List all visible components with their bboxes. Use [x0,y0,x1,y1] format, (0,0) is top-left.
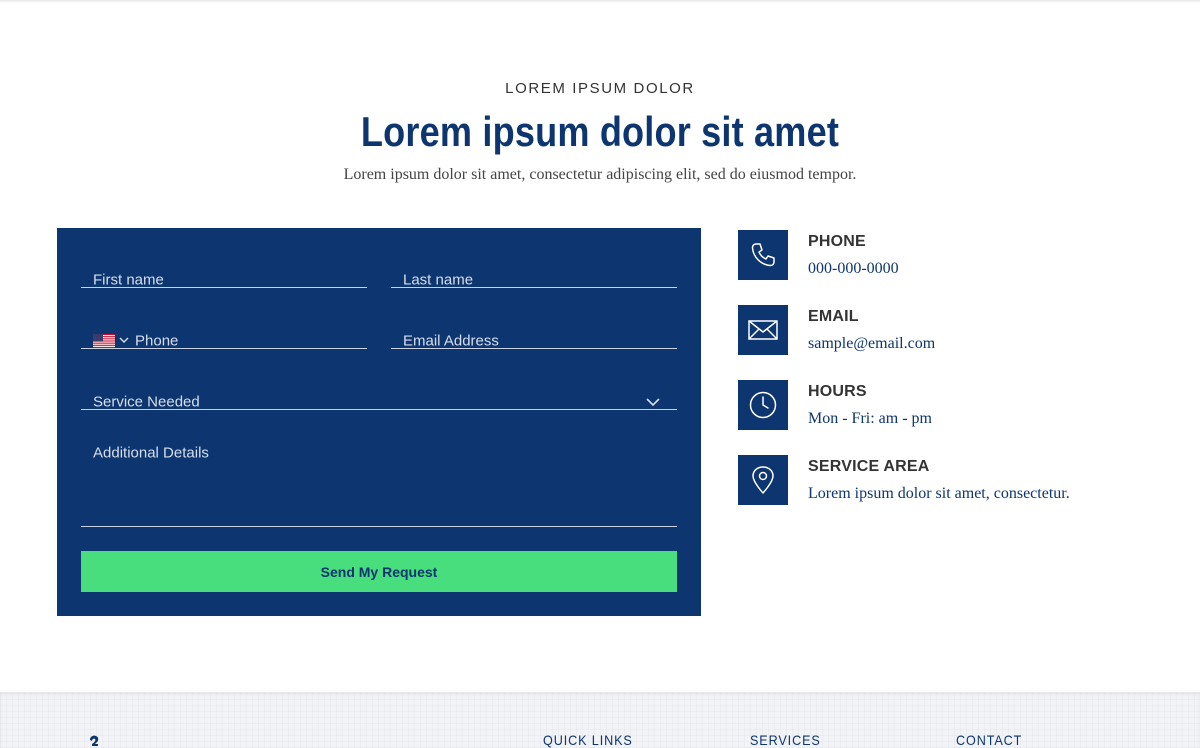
hours-value: Mon - Fri: am - pm [808,410,932,427]
site-footer: QUICK LINKS SERVICES CONTACT [0,692,1200,748]
email-label: EMAIL [808,308,859,325]
section-subtitle: Lorem ipsum dolor sit amet, consectetur … [343,166,857,183]
service-placeholder: Service Needed [93,393,200,411]
contact-hours: HOURS Mon - Fri: am - pm [738,380,1158,430]
contact-service-area: SERVICE AREA Lorem ipsum dolor sit amet,… [738,455,1158,505]
email-value[interactable]: sample@email.com [808,335,935,353]
footer-contact-heading: CONTACT [956,732,1023,748]
phone-placeholder: Phone [135,332,179,350]
service-select[interactable]: Service Needed [81,370,677,411]
service-area-value: Lorem ipsum dolor sit amet, consectetur. [808,485,1070,502]
contact-form: First name Last name Phone Email Address… [57,228,701,616]
first-name-field[interactable]: First name [81,248,367,289]
us-flag-icon[interactable] [93,334,115,348]
envelope-icon [738,305,788,355]
last-name-placeholder: Last name [403,271,474,289]
email-placeholder: Email Address [403,332,499,350]
phone-field[interactable]: Phone [81,309,367,350]
phone-label: PHONE [808,233,866,250]
phone-value[interactable]: 000-000-0000 [808,260,899,278]
details-placeholder: Additional Details [93,444,209,462]
section-title: Lorem ipsum dolor sit amet [360,108,840,155]
section-eyebrow: LOREM IPSUM DOLOR [505,80,695,97]
phone-icon [738,230,788,280]
details-textarea[interactable]: Additional Details [81,431,677,527]
contact-phone: PHONE 000-000-0000 [738,230,1158,280]
header-shadow [0,0,1200,3]
logo-icon[interactable] [86,732,106,748]
service-area-label: SERVICE AREA [808,458,930,475]
hours-label: HOURS [808,383,867,400]
email-field[interactable]: Email Address [391,309,677,350]
footer-quick-links-heading: QUICK LINKS [543,732,633,748]
country-chevron-down-icon[interactable] [118,334,130,346]
contact-email: EMAIL sample@email.com [738,305,1158,355]
clock-icon [738,380,788,430]
last-name-field[interactable]: Last name [391,248,677,289]
footer-services-heading: SERVICES [750,732,821,748]
send-request-button[interactable]: Send My Request [81,551,677,592]
map-pin-icon [738,455,788,505]
chevron-down-icon [646,398,660,407]
first-name-placeholder: First name [93,271,164,289]
